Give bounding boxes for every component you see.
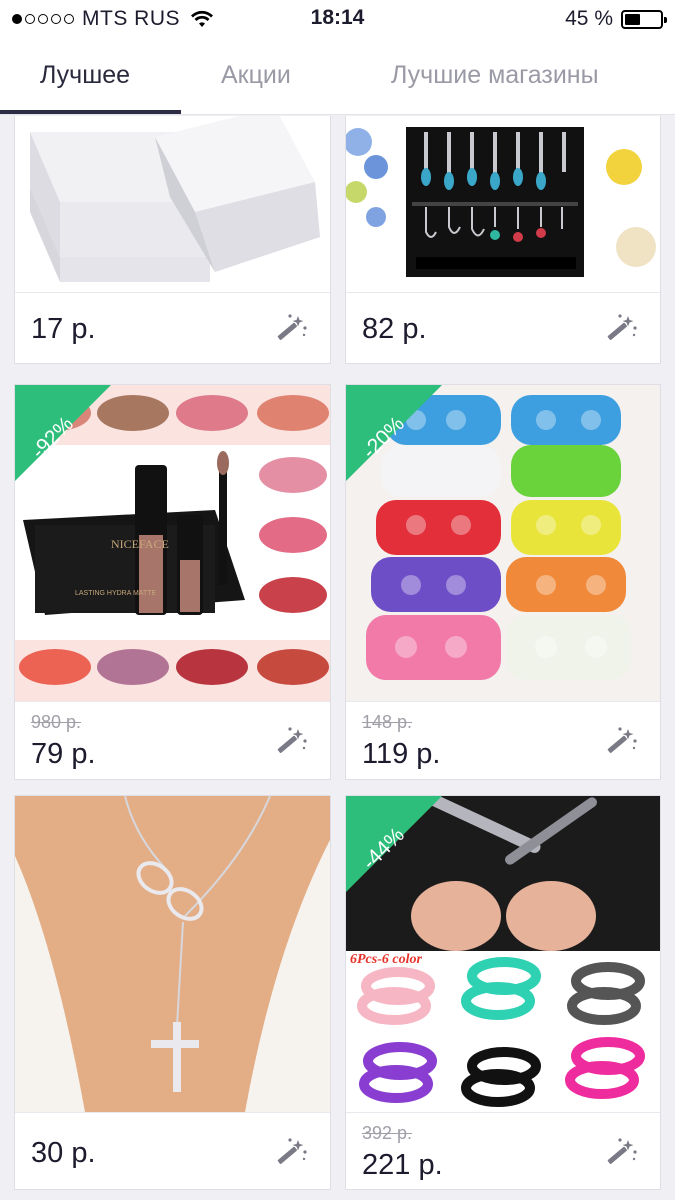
- discount-badge: -44%: [346, 796, 442, 892]
- product-price: 119 р.: [362, 738, 441, 770]
- tab-bar: Лучшее Акции Лучшие магазины: [0, 38, 675, 115]
- product-footer: 980 р. 79 р.: [15, 701, 330, 779]
- status-right: 45 %: [565, 7, 667, 31]
- magic-wand-icon[interactable]: [274, 726, 308, 760]
- status-bar: MTS RUS 18:14 45 %: [0, 0, 675, 38]
- magic-wand-icon[interactable]: [604, 726, 638, 760]
- old-price: 980 р.: [31, 712, 82, 732]
- product-card[interactable]: 6Pcs-6 color -44% 392 р. 221 р.: [345, 795, 661, 1190]
- product-footer: 392 р. 221 р.: [346, 1112, 660, 1189]
- product-card[interactable]: 17 р.: [14, 116, 331, 364]
- product-footer: 17 р.: [15, 292, 330, 363]
- product-footer: 148 р. 119 р.: [346, 701, 660, 779]
- image-caption: 6Pcs-6 color: [350, 952, 422, 967]
- tab-best-shops[interactable]: Лучшие магазины: [391, 61, 599, 90]
- product-price: 79 р.: [31, 738, 96, 770]
- product-card[interactable]: NICEFACE LASTING HYDRA MATTE -92% 980 р.…: [14, 384, 331, 780]
- magic-wand-icon[interactable]: [604, 1137, 638, 1171]
- magic-wand-icon[interactable]: [274, 313, 308, 347]
- magic-wand-icon[interactable]: [604, 313, 638, 347]
- brand-label: NICEFACE: [111, 537, 169, 551]
- product-price: 221 р.: [362, 1149, 443, 1181]
- product-footer: 82 р.: [346, 292, 660, 363]
- product-caption: LASTING HYDRA MATTE: [75, 590, 157, 597]
- product-card[interactable]: 30 р.: [14, 795, 331, 1190]
- old-price: 392 р.: [362, 1123, 413, 1143]
- battery-percentage: 45 %: [565, 7, 613, 30]
- product-image-necklace: [15, 796, 330, 1112]
- product-grid: 17 р. 82 р. NICEFACE LASTING HYDRA MATTE…: [0, 116, 675, 1200]
- discount-badge: -20%: [346, 385, 442, 481]
- product-price: 17 р.: [31, 313, 96, 345]
- battery-icon: [621, 9, 667, 29]
- product-footer: 30 р.: [15, 1112, 330, 1189]
- product-card[interactable]: -20% 148 р. 119 р.: [345, 384, 661, 780]
- tab-promotions[interactable]: Акции: [221, 61, 291, 90]
- tab-best[interactable]: Лучшее: [40, 61, 130, 90]
- product-image-sponges: [15, 116, 330, 292]
- active-tab-indicator: [0, 110, 181, 114]
- product-price: 30 р.: [31, 1137, 96, 1169]
- magic-wand-icon[interactable]: [274, 1137, 308, 1171]
- discount-badge: -92%: [15, 385, 111, 481]
- product-card[interactable]: 82 р.: [345, 116, 661, 364]
- product-price: 82 р.: [362, 313, 427, 345]
- old-price: 148 р.: [362, 712, 413, 732]
- product-image-earrings: [346, 116, 660, 292]
